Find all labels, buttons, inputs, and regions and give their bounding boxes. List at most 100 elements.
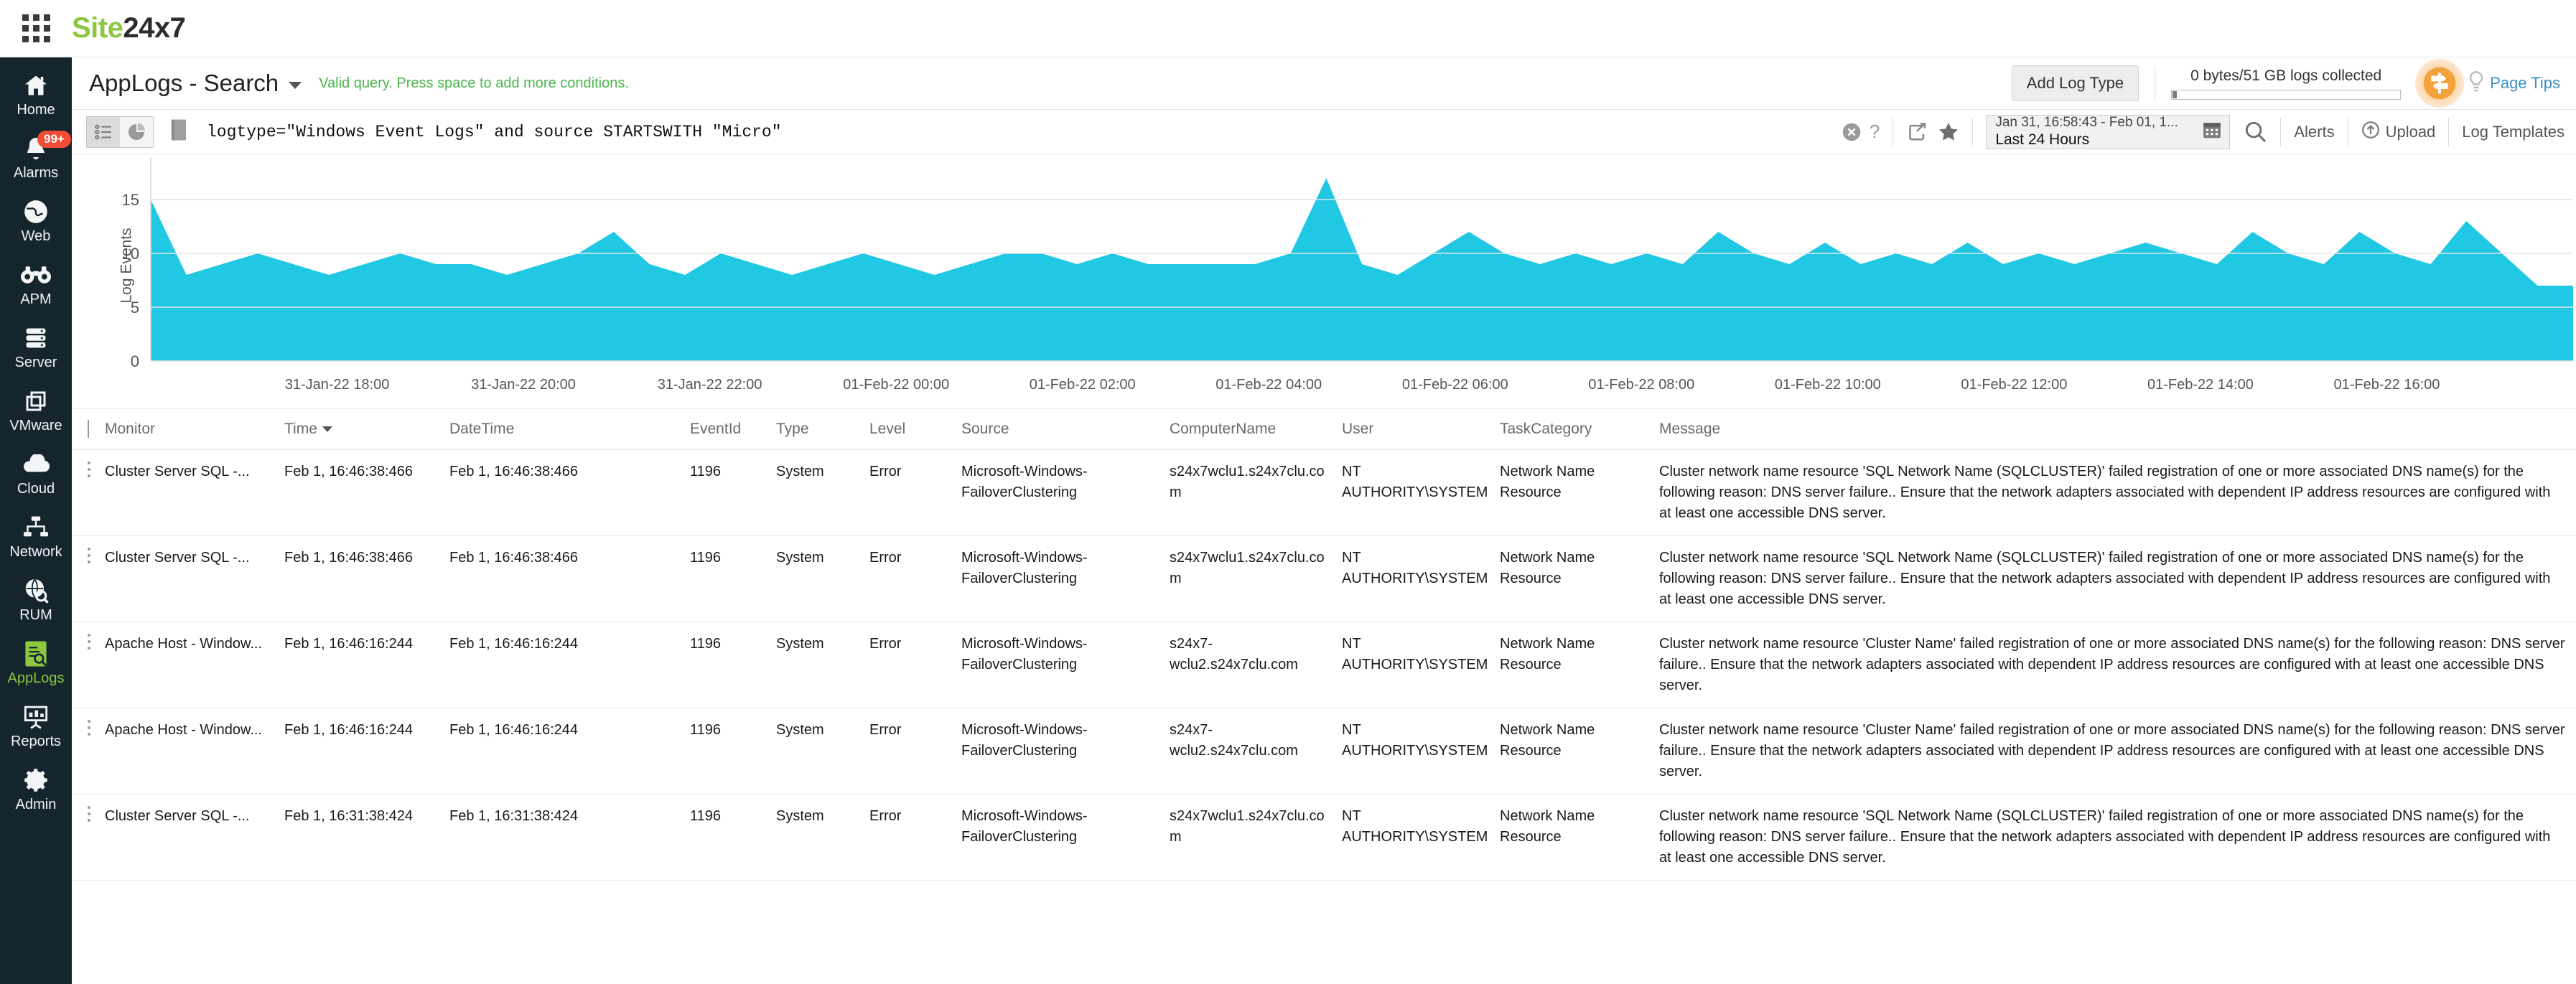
chart-x-tick-label: 01-Feb-22 14:00	[2147, 377, 2254, 393]
sidebar-item-applogs[interactable]: AppLogs	[0, 630, 72, 693]
table-row[interactable]: Cluster Server SQL -... Feb 1, 16:46:38:4…	[72, 449, 2576, 536]
sidebar-item-web[interactable]: Web	[0, 188, 72, 251]
column-chooser-icon[interactable]	[88, 420, 89, 438]
sidebar-item-label: RUM	[19, 607, 52, 623]
sidebar-item-reports[interactable]: Reports	[0, 693, 72, 756]
sidebar-item-vmware[interactable]: VMware	[0, 378, 72, 441]
sort-desc-icon[interactable]	[322, 426, 332, 433]
sidebar-item-label: Reports	[10, 734, 62, 749]
column-header-source[interactable]: Source	[961, 409, 1170, 450]
sidebar-item-alarms[interactable]: 99+ Alarms	[0, 125, 72, 188]
row-menu-icon[interactable]	[88, 461, 92, 477]
list-view-icon[interactable]	[87, 116, 120, 147]
question-mark-icon[interactable]: ?	[1870, 121, 1880, 143]
row-menu-cell[interactable]	[72, 449, 105, 536]
cell-message: Cluster network name resource 'Cluster N…	[1659, 622, 2576, 708]
table-row[interactable]: Cluster Server SQL -... Feb 1, 16:31:38:4…	[72, 794, 2576, 881]
log-quota: 0 bytes/51 GB logs collected	[2171, 67, 2402, 100]
upload-link[interactable]: Upload	[2361, 121, 2435, 144]
cell-datetime-value: Feb 1, 16:46:16:244	[449, 636, 579, 652]
cell-time: Feb 1, 16:31:38:424	[284, 794, 449, 881]
column-header-datetime[interactable]: DateTime	[449, 409, 690, 450]
cell-taskcategory-value: Network Name Resource	[1500, 464, 1595, 500]
chart-x-axis-labels: 31-Jan-22 18:00 31-Jan-22 20:00 31-Jan-22 …	[72, 377, 2576, 408]
cell-type: System	[776, 708, 869, 795]
book-icon[interactable]	[169, 118, 188, 145]
row-menu-cell[interactable]	[72, 535, 105, 622]
table-row[interactable]: Cluster Server SQL -... Feb 1, 16:46:38:4…	[72, 535, 2576, 622]
sidebar-item-label: Network	[9, 544, 62, 560]
add-log-type-button[interactable]: Add Log Type	[2011, 65, 2139, 101]
table-row[interactable]: Apache Host - Window... Feb 1, 16:46:16:2…	[72, 708, 2576, 795]
row-menu-icon[interactable]	[88, 720, 92, 736]
log-templates-label: Log Templates	[2462, 122, 2565, 141]
cell-message: Cluster network name resource 'SQL Netwo…	[1659, 535, 2576, 622]
sidebar-item-home[interactable]: Home	[0, 62, 72, 125]
column-header-taskcategory[interactable]: TaskCategory	[1500, 409, 1659, 450]
alerts-link[interactable]: Alerts	[2294, 123, 2334, 141]
column-header-message[interactable]: Message	[1659, 409, 2576, 450]
search-icon[interactable]	[2244, 121, 2267, 144]
main-sidebar: Home 99+ Alarms Web APM Server VMware Cl…	[0, 57, 72, 984]
cell-level-value: Error	[869, 808, 902, 824]
sidebar-item-cloud[interactable]: Cloud	[0, 441, 72, 504]
chevron-down-icon[interactable]	[289, 82, 302, 89]
row-menu-icon[interactable]	[88, 634, 92, 650]
page-tips-label: Page Tips	[2490, 74, 2560, 92]
share-icon[interactable]	[1906, 121, 1928, 143]
sidebar-item-rum[interactable]: RUM	[0, 567, 72, 630]
table-row[interactable]: Apache Host - Window... Feb 1, 16:46:16:2…	[72, 622, 2576, 708]
row-menu-cell[interactable]	[72, 794, 105, 881]
cell-monitor-value: Apache Host - Window...	[105, 636, 262, 652]
sidebar-item-server[interactable]: Server	[0, 314, 72, 378]
cell-type: System	[776, 622, 869, 708]
column-header-type[interactable]: Type	[776, 409, 869, 450]
cell-source: Microsoft-Windows-FailoverClustering	[961, 794, 1170, 881]
page-tips-button[interactable]: Page Tips	[2415, 59, 2560, 108]
quota-label: 0 bytes/51 GB logs collected	[2190, 67, 2382, 84]
column-header-eventid[interactable]: EventId	[690, 409, 776, 450]
alarms-badge: 99+	[37, 131, 71, 148]
row-menu-cell[interactable]	[72, 622, 105, 708]
home-icon	[22, 71, 50, 100]
time-range-preset: Last 24 Hours	[1995, 131, 2090, 149]
pie-chart-icon[interactable]	[120, 116, 153, 147]
cell-computername-value: s24x7-wclu2.s24x7clu.com	[1170, 636, 1298, 673]
cell-type-value: System	[776, 464, 824, 479]
column-header-time[interactable]: Time	[284, 409, 449, 450]
cell-level-value: Error	[869, 550, 902, 566]
clear-circle-icon[interactable]	[1841, 121, 1862, 143]
cell-eventid-value: 1196	[690, 722, 722, 738]
row-menu-icon[interactable]	[88, 548, 92, 563]
log-templates-link[interactable]: Log Templates	[2462, 123, 2565, 141]
cell-eventid-value: 1196	[690, 550, 722, 566]
calendar-icon[interactable]	[2195, 120, 2229, 144]
cell-computername: s24x7-wclu2.s24x7clu.com	[1170, 708, 1342, 795]
chart-canvas[interactable]	[72, 154, 2576, 377]
column-header-monitor[interactable]: Monitor	[105, 409, 284, 450]
column-header-user[interactable]: User	[1342, 409, 1500, 450]
log-events-chart: Log Events 0 5 10 15	[72, 154, 2576, 377]
cell-computername: s24x7-wclu2.s24x7clu.com	[1170, 622, 1342, 708]
app-grid-icon[interactable]	[0, 14, 72, 42]
cell-message: Cluster network name resource 'SQL Netwo…	[1659, 794, 2576, 881]
time-range-picker[interactable]: Jan 31, 16:58:43 - Feb 01, 1... Last 24 …	[1986, 114, 2231, 149]
cell-eventid: 1196	[690, 708, 776, 795]
cell-source: Microsoft-Windows-FailoverClustering	[961, 449, 1170, 536]
cell-computername-value: s24x7-wclu2.s24x7clu.com	[1170, 722, 1298, 759]
column-header-level[interactable]: Level	[869, 409, 961, 450]
brand-logo[interactable]: Site24x7	[72, 12, 186, 44]
star-icon[interactable]	[1938, 121, 1959, 143]
sidebar-item-network[interactable]: Network	[0, 504, 72, 567]
cell-eventid: 1196	[690, 794, 776, 881]
cell-source: Microsoft-Windows-FailoverClustering	[961, 622, 1170, 708]
column-chooser-cell[interactable]	[72, 409, 105, 450]
row-menu-icon[interactable]	[88, 806, 92, 822]
row-menu-cell[interactable]	[72, 708, 105, 795]
column-header-computername[interactable]: ComputerName	[1170, 409, 1342, 450]
sidebar-item-apm[interactable]: APM	[0, 251, 72, 314]
cell-time: Feb 1, 16:46:16:244	[284, 708, 449, 795]
search-query-input[interactable]	[207, 116, 1841, 148]
chart-x-tick-label: 01-Feb-22 12:00	[1961, 377, 2068, 393]
sidebar-item-admin[interactable]: Admin	[0, 756, 72, 820]
